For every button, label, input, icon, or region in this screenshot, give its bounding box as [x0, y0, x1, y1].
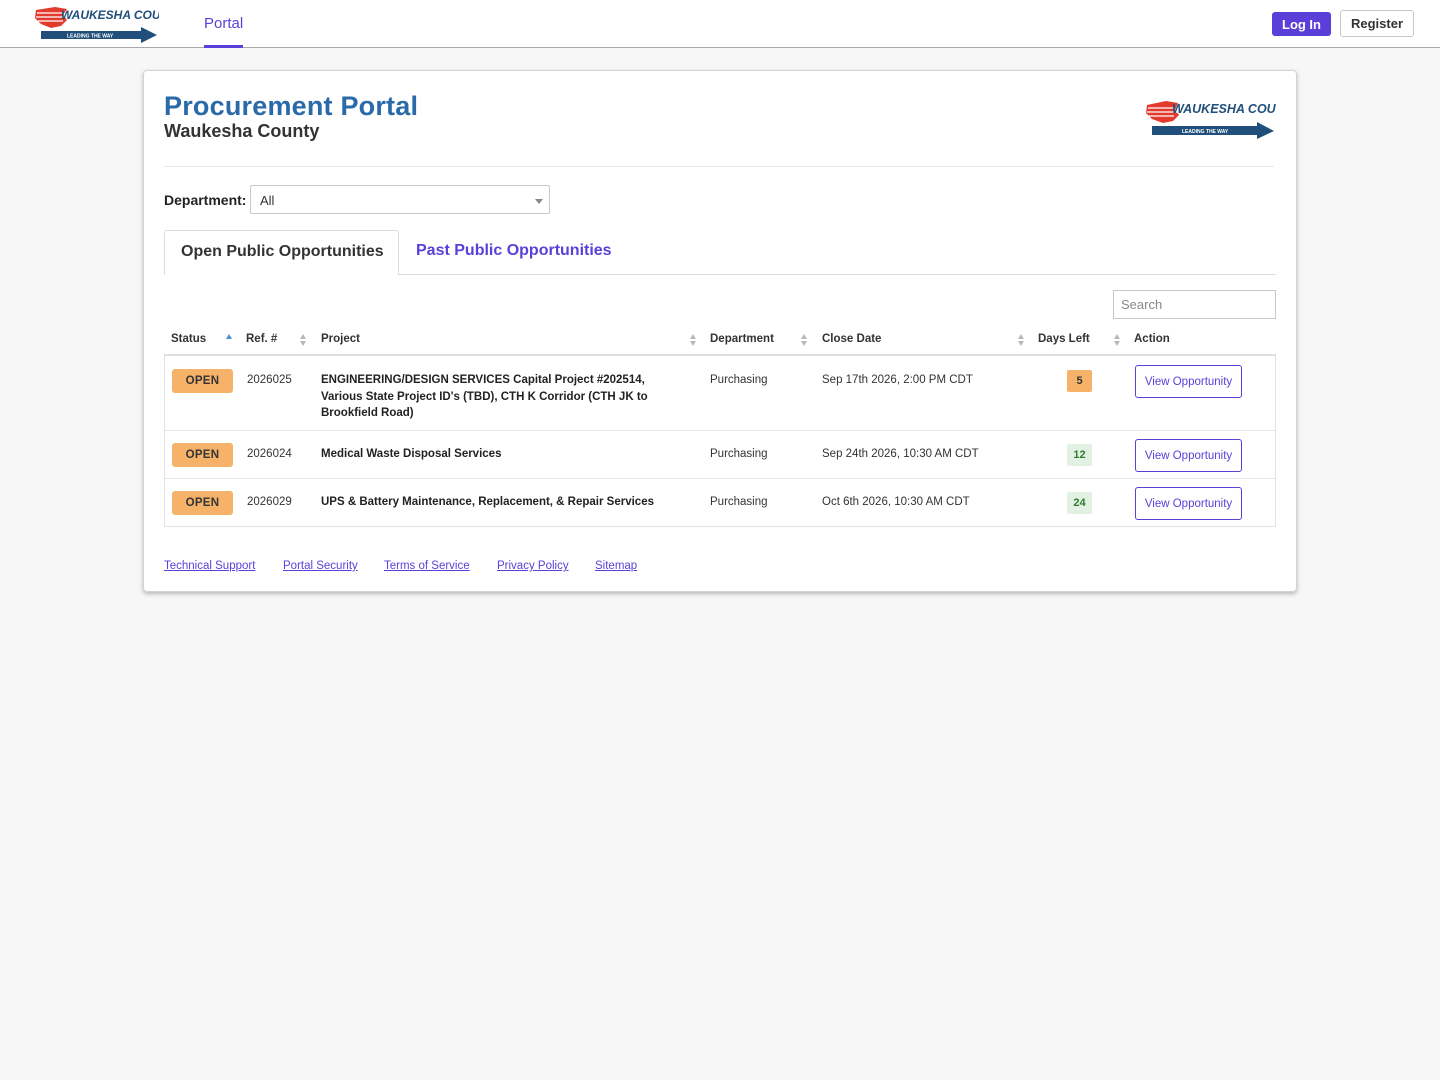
close-date: Oct 6th 2026, 10:30 AM CDT [822, 496, 970, 508]
page-title: Procurement Portal [164, 91, 419, 121]
table-row: OPEN 2026024 Medical Waste Disposal Serv… [165, 430, 1275, 478]
table-row: OPEN 2026029 UPS & Battery Maintenance, … [165, 478, 1275, 526]
ref-number: 2026029 [247, 496, 292, 508]
top-navigation-bar: WAUKESHA COUNTY LEADING THE WAY Portal L… [0, 0, 1440, 48]
nav-tab-portal[interactable]: Portal [204, 0, 244, 48]
project-name: ENGINEERING/DESIGN SERVICES Capital Proj… [321, 374, 648, 419]
footer-link-privacy-policy[interactable]: Privacy Policy [497, 560, 569, 572]
ref-number: 2026025 [247, 374, 292, 386]
sort-icon[interactable] [1018, 334, 1025, 347]
close-date: Sep 24th 2026, 10:30 AM CDT [822, 448, 979, 460]
view-opportunity-button[interactable]: View Opportunity [1135, 487, 1242, 520]
status-badge: OPEN [172, 443, 233, 467]
department-select[interactable]: All [250, 185, 550, 214]
footer-link-terms-of-service[interactable]: Terms of Service [384, 560, 470, 572]
log-in-button[interactable]: Log In [1272, 12, 1331, 36]
column-header-department[interactable]: Department [710, 324, 774, 354]
view-opportunity-button[interactable]: View Opportunity [1135, 439, 1242, 472]
tab-past-opportunities[interactable]: Past Public Opportunities [416, 242, 612, 260]
sort-icon[interactable] [801, 334, 808, 347]
tab-open-opportunities[interactable]: Open Public Opportunities [164, 230, 399, 275]
footer-link-technical-support[interactable]: Technical Support [164, 560, 255, 572]
status-badge: OPEN [172, 491, 233, 515]
footer-link-portal-security[interactable]: Portal Security [283, 560, 358, 572]
status-badge: OPEN [172, 369, 233, 393]
waukesha-county-logo[interactable]: WAUKESHA COUNTY LEADING THE WAY [33, 4, 159, 44]
register-button[interactable]: Register [1340, 10, 1414, 37]
project-name: Medical Waste Disposal Services [321, 448, 502, 460]
table-body: OPEN 2026025 ENGINEERING/DESIGN SERVICES… [164, 356, 1276, 527]
svg-text:LEADING THE WAY: LEADING THE WAY [67, 34, 114, 40]
sort-icon[interactable] [690, 334, 697, 347]
column-header-close-date[interactable]: Close Date [822, 324, 881, 354]
svg-text:LEADING THE WAY: LEADING THE WAY [1182, 129, 1229, 135]
sort-icon[interactable] [1114, 334, 1121, 347]
column-header-status[interactable]: Status [171, 324, 206, 354]
page-subtitle: Waukesha County [164, 121, 320, 141]
svg-text:WAUKESHA COUNTY: WAUKESHA COUNTY [1172, 102, 1276, 116]
column-header-days-left[interactable]: Days Left [1038, 324, 1090, 354]
chevron-down-icon [535, 199, 543, 204]
procurement-card: Procurement Portal Waukesha County WAUKE… [143, 70, 1297, 592]
department-name: Purchasing [710, 374, 768, 386]
department-name: Purchasing [710, 496, 768, 508]
days-left-badge: 12 [1067, 444, 1092, 466]
sort-ascending-icon[interactable] [226, 334, 233, 347]
view-opportunity-button[interactable]: View Opportunity [1135, 365, 1242, 398]
county-logo: WAUKESHA COUNTY LEADING THE WAY [1146, 101, 1276, 139]
sort-icon[interactable] [300, 334, 307, 347]
column-header-action: Action [1134, 333, 1170, 345]
table-row: OPEN 2026025 ENGINEERING/DESIGN SERVICES… [165, 356, 1275, 430]
search-input[interactable] [1113, 290, 1276, 319]
column-header-project[interactable]: Project [321, 324, 360, 354]
department-label: Department: [164, 192, 247, 208]
close-date: Sep 17th 2026, 2:00 PM CDT [822, 374, 973, 386]
footer-link-sitemap[interactable]: Sitemap [595, 560, 637, 572]
project-name: UPS & Battery Maintenance, Replacement, … [321, 496, 654, 508]
svg-text:WAUKESHA COUNTY: WAUKESHA COUNTY [61, 8, 159, 22]
days-left-badge: 24 [1067, 492, 1092, 514]
ref-number: 2026024 [247, 448, 292, 460]
column-header-ref[interactable]: Ref. # [246, 324, 277, 354]
days-left-badge: 5 [1067, 370, 1092, 392]
department-select-value: All [260, 193, 275, 208]
department-name: Purchasing [710, 448, 768, 460]
header-divider [164, 166, 1274, 167]
